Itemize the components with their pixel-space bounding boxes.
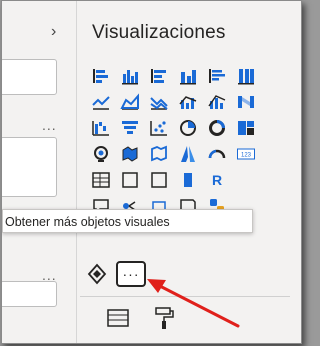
red-arrow-annotation — [147, 279, 240, 328]
screenshot-frame: › ... ... Visualizaciones 123 R Obtener … — [1, 0, 302, 344]
